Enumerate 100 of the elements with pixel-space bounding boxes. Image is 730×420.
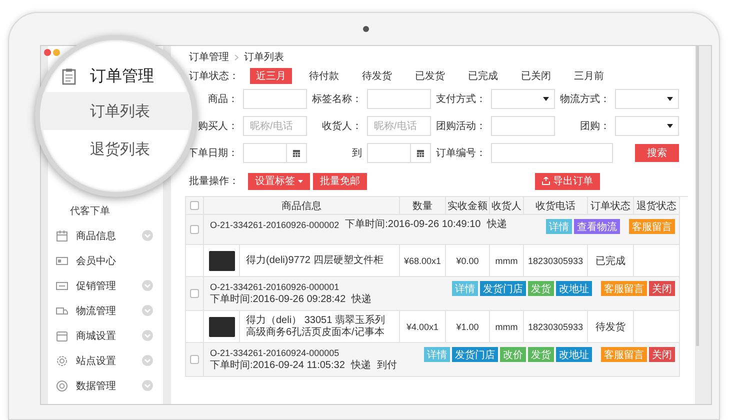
scrollbar[interactable] bbox=[696, 46, 699, 346]
filter-label: 支付方式： bbox=[435, 92, 487, 106]
action-button[interactable]: 发货 bbox=[528, 347, 554, 362]
menu-item[interactable]: 退货列表 bbox=[84, 130, 156, 168]
receiver: mmm bbox=[490, 245, 524, 277]
caret-icon bbox=[667, 97, 673, 101]
section-icon bbox=[56, 280, 68, 292]
amount: ¥1.00 bbox=[446, 311, 490, 343]
batch-button[interactable]: 批量免邮 bbox=[313, 172, 367, 190]
camera-dot bbox=[363, 26, 369, 32]
menu-heading: 订单管理 bbox=[90, 66, 154, 86]
date-field[interactable] bbox=[243, 143, 287, 163]
select-field[interactable] bbox=[491, 89, 555, 109]
column-header: 收货电话 bbox=[524, 197, 588, 215]
order-number: O-21-334261-20160926-000001 bbox=[210, 281, 340, 293]
menu-item[interactable]: 促销管理 bbox=[48, 273, 163, 298]
checkbox[interactable] bbox=[190, 355, 199, 364]
status-tab[interactable]: 已完成 bbox=[462, 68, 504, 84]
calendar-icon bbox=[293, 150, 300, 156]
quantity: ¥4.00x1 bbox=[400, 311, 446, 343]
export-button[interactable]: 导出订单 bbox=[535, 172, 600, 190]
status-tab[interactable]: 已发货 bbox=[409, 68, 451, 84]
action-button[interactable]: 发货 bbox=[528, 281, 554, 296]
menu-item[interactable]: 站点设置 bbox=[48, 348, 163, 373]
action-button[interactable]: 改地址 bbox=[556, 347, 592, 362]
product-photo bbox=[208, 316, 234, 336]
filter-label: 订单编号： bbox=[435, 146, 487, 160]
checkbox[interactable] bbox=[190, 225, 199, 234]
menu-item[interactable]: 商品信息 bbox=[48, 223, 163, 248]
action-button[interactable]: 关闭 bbox=[649, 347, 675, 362]
select-field[interactable] bbox=[615, 89, 679, 109]
status-tab[interactable]: 已关闭 bbox=[515, 68, 557, 84]
checkbox[interactable] bbox=[190, 289, 199, 298]
close-dot[interactable] bbox=[44, 49, 51, 56]
action-button[interactable]: 详情 bbox=[424, 347, 450, 362]
column-header: 数量 bbox=[400, 197, 446, 215]
date-field[interactable] bbox=[367, 143, 411, 163]
text-field[interactable] bbox=[491, 143, 613, 163]
text-field[interactable] bbox=[243, 89, 307, 109]
action-button[interactable]: 客服留言 bbox=[601, 347, 647, 362]
action-button[interactable]: 改价 bbox=[500, 347, 526, 362]
breadcrumb-link[interactable]: 订单列表 bbox=[244, 50, 284, 64]
action-button[interactable]: 发货门店 bbox=[452, 347, 498, 362]
phone: 18230305933 bbox=[524, 311, 588, 343]
menu-item[interactable]: 代客下单 bbox=[48, 199, 163, 223]
action-button[interactable]: 查看物流 bbox=[574, 219, 620, 234]
order-number: O-21-334261-20160924-000005 bbox=[210, 347, 340, 359]
section-icon bbox=[56, 330, 68, 342]
column-header: 实收金额 bbox=[446, 197, 490, 215]
filter-label: 物流方式： bbox=[559, 92, 611, 106]
calendar-button[interactable] bbox=[411, 143, 431, 163]
order-tag: 快递 bbox=[486, 219, 507, 231]
text-field[interactable] bbox=[491, 116, 555, 136]
status-tab[interactable]: 待付款 bbox=[303, 68, 345, 84]
text-field[interactable]: 昵称/电话 bbox=[367, 116, 431, 136]
column-header: 退货状态 bbox=[634, 197, 680, 215]
action-button[interactable]: 客服留言 bbox=[601, 281, 647, 296]
text-field[interactable] bbox=[367, 89, 431, 109]
section-icon bbox=[56, 304, 68, 316]
order-number: O-21-334261-20160926-000002 bbox=[210, 219, 340, 231]
status-tab[interactable]: 近三月 bbox=[250, 68, 292, 84]
receiver: mmm bbox=[490, 311, 524, 343]
column-header: 商品信息 bbox=[204, 197, 400, 215]
order-tag: 快递 bbox=[350, 360, 371, 372]
search-button[interactable]: 搜索 bbox=[635, 144, 679, 162]
section-icon bbox=[56, 354, 68, 366]
order-time: 下单时间:2016-09-26 10:49:10 bbox=[345, 219, 481, 231]
filter-label: 团购： bbox=[579, 120, 611, 133]
calendar-icon bbox=[417, 150, 424, 156]
menu-item[interactable]: 数据管理 bbox=[48, 373, 163, 398]
order-status: 已完成 bbox=[588, 245, 634, 277]
calendar-button[interactable] bbox=[287, 143, 307, 163]
action-button[interactable]: 改地址 bbox=[556, 281, 592, 296]
order-tag: 到付 bbox=[376, 360, 397, 372]
breadcrumb-link[interactable]: 订单管理 bbox=[189, 50, 229, 64]
batch-label: 批量操作： bbox=[188, 174, 239, 188]
filter-label: 收货人： bbox=[321, 120, 363, 133]
column-header: 订单状态 bbox=[588, 197, 634, 215]
order-time: 下单时间:2016-09-24 11:05:32 bbox=[210, 360, 345, 372]
action-button[interactable]: 发货门店 bbox=[480, 281, 526, 296]
menu-item[interactable]: 商城设置 bbox=[48, 323, 163, 348]
amount: ¥0.00 bbox=[446, 245, 490, 277]
checkbox[interactable] bbox=[190, 201, 199, 210]
batch-button[interactable]: 设置标签 bbox=[248, 172, 310, 190]
minimize-dot[interactable] bbox=[53, 49, 60, 56]
status-tab[interactable]: 待发货 bbox=[356, 68, 398, 84]
menu-item[interactable]: 物流管理 bbox=[48, 298, 163, 323]
select-field[interactable] bbox=[615, 116, 679, 136]
quantity: ¥68.00x1 bbox=[400, 245, 446, 277]
action-button[interactable]: 详情 bbox=[452, 281, 478, 296]
section-icon bbox=[56, 254, 68, 266]
action-button[interactable]: 客服留言 bbox=[629, 219, 675, 234]
menu-item[interactable]: 订单列表 bbox=[40, 92, 192, 130]
action-button[interactable]: 关闭 bbox=[649, 281, 675, 296]
column-header: 收货人 bbox=[490, 197, 524, 215]
text-field[interactable]: 昵称/电话 bbox=[243, 116, 307, 136]
action-button[interactable]: 详情 bbox=[546, 219, 572, 234]
filter-label: 到 bbox=[351, 147, 363, 160]
status-tab[interactable]: 三月前 bbox=[568, 68, 610, 84]
menu-item[interactable]: 会员中心 bbox=[48, 248, 163, 273]
